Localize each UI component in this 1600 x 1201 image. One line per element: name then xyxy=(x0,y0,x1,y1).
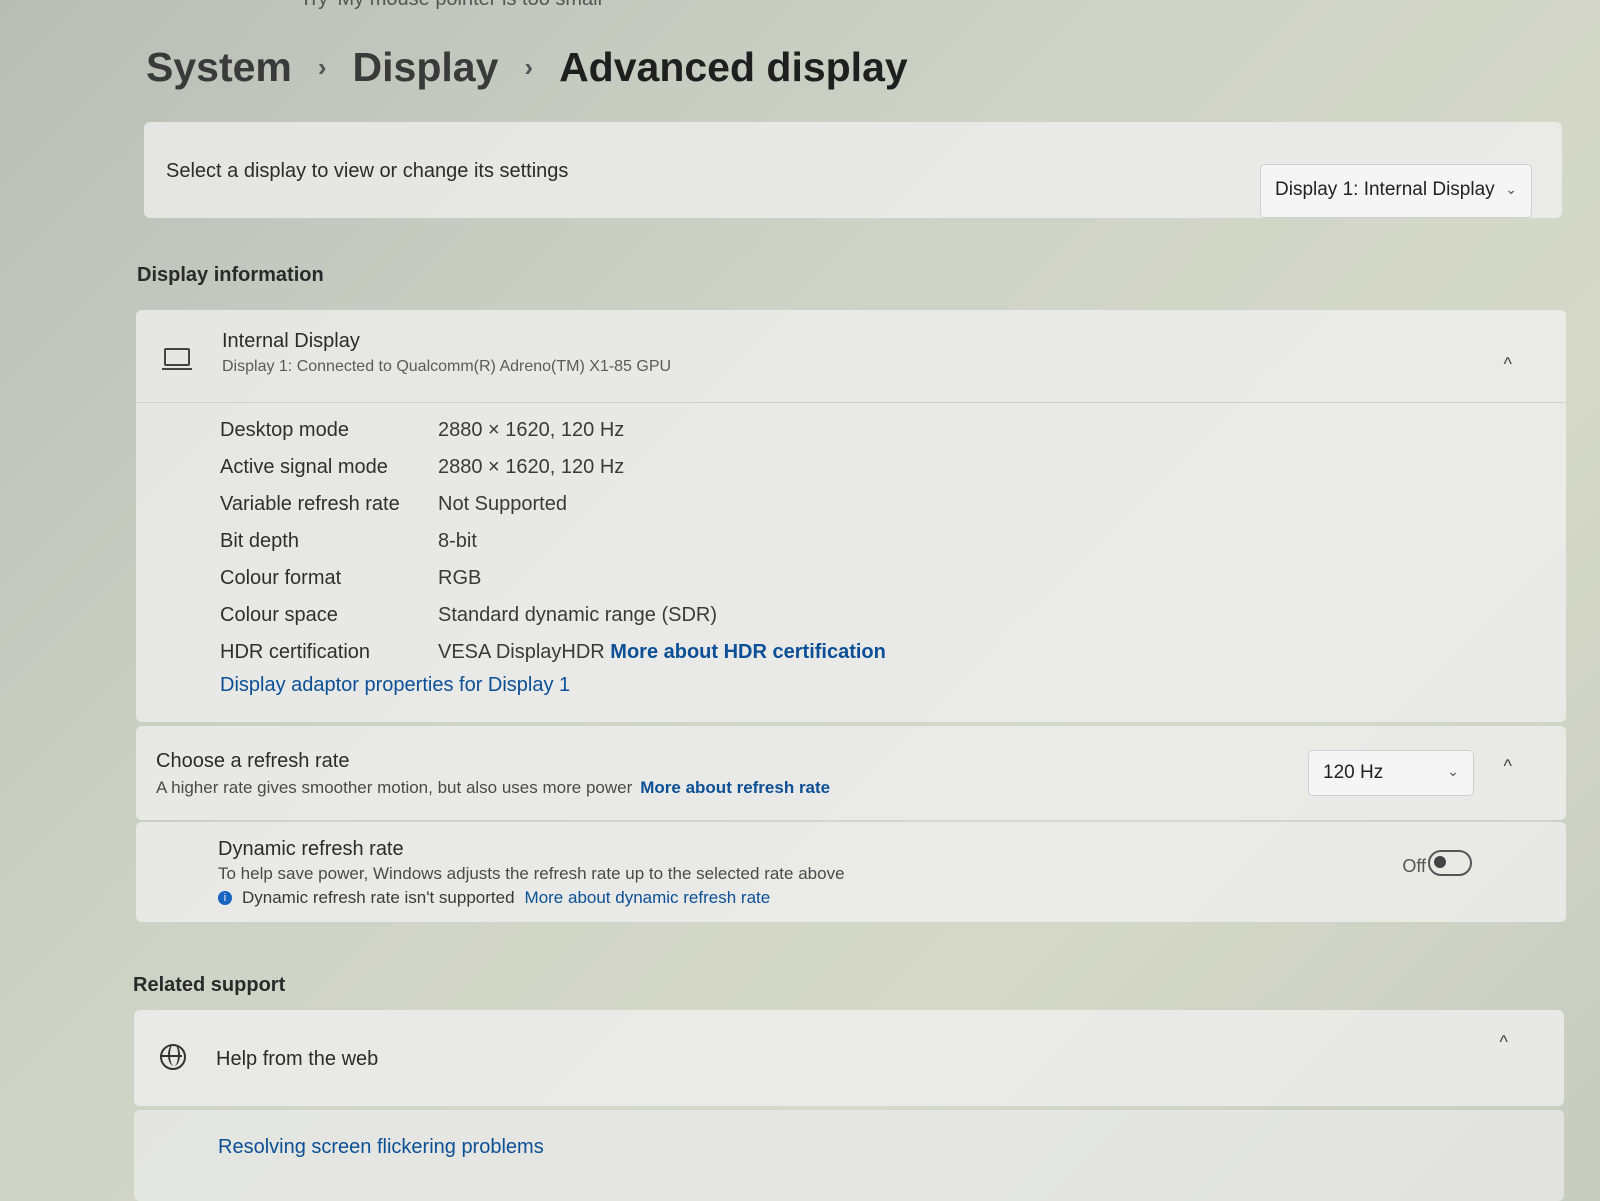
display-info-header[interactable]: Internal Display Display 1: Connected to… xyxy=(136,310,1566,403)
refresh-rate-card: Choose a refresh rate A higher rate give… xyxy=(136,726,1566,820)
dynamic-refresh-title: Dynamic refresh rate xyxy=(218,838,404,860)
dynamic-refresh-note: i Dynamic refresh rate isn't supported M… xyxy=(218,888,770,908)
refresh-rate-subtitle: A higher rate gives smoother motion, but… xyxy=(156,778,633,797)
info-row: Active signal mode 2880 × 1620, 120 Hz xyxy=(220,449,886,486)
info-row: Variable refresh rate Not Supported xyxy=(220,486,886,523)
chevron-up-icon[interactable]: ^ xyxy=(1504,354,1512,375)
breadcrumb-system[interactable]: System xyxy=(146,44,292,91)
breadcrumb-separator-icon: › xyxy=(524,52,534,82)
info-row-label: Bit depth xyxy=(220,530,299,552)
breadcrumb-separator-icon: › xyxy=(317,52,327,82)
help-from-web-label: Help from the web xyxy=(216,1048,379,1070)
dynamic-refresh-link[interactable]: More about dynamic refresh rate xyxy=(525,888,771,908)
info-row-value: Not Supported xyxy=(438,493,567,515)
related-support-heading: Related support xyxy=(133,974,286,996)
info-row-value: 8-bit xyxy=(438,530,477,552)
info-row-label: Active signal mode xyxy=(220,456,388,478)
hdr-certification-link[interactable]: More about HDR certification xyxy=(610,641,886,664)
refresh-rate-dropdown[interactable]: 120 Hz ⌄ xyxy=(1308,750,1474,796)
chevron-down-icon: ⌄ xyxy=(1505,181,1517,197)
search-suggestion-clip: Try 'My mouse pointer is too small' xyxy=(300,0,606,11)
resolve-flicker-card: Resolving screen flickering problems xyxy=(134,1110,1564,1201)
display-name: Internal Display xyxy=(222,330,360,352)
globe-icon xyxy=(160,1044,186,1070)
dynamic-refresh-card: Dynamic refresh rate To help save power,… xyxy=(136,822,1566,922)
display-select-dropdown[interactable]: Display 1: Internal Display ⌄ xyxy=(1260,164,1532,218)
dynamic-refresh-note-text: Dynamic refresh rate isn't supported xyxy=(242,888,515,907)
info-row-value: VESA DisplayHDR xyxy=(438,641,605,663)
display-connection: Display 1: Connected to Qualcomm(R) Adre… xyxy=(222,358,672,375)
info-row: Desktop mode 2880 × 1620, 120 Hz xyxy=(220,412,886,449)
display-information-card: Internal Display Display 1: Connected to… xyxy=(136,310,1566,722)
select-display-label: Select a display to view or change its s… xyxy=(166,160,569,182)
display-adapter-properties-link[interactable]: Display adaptor properties for Display 1 xyxy=(220,674,570,697)
info-row-label: HDR certification xyxy=(220,641,371,663)
display-info-rows: Desktop mode 2880 × 1620, 120 Hz Active s… xyxy=(220,412,886,671)
refresh-rate-description: A higher rate gives smoother motion, but… xyxy=(156,778,830,798)
info-row-label: Variable refresh rate xyxy=(220,493,400,515)
page-title: Advanced display xyxy=(559,44,908,90)
refresh-rate-value: 120 Hz xyxy=(1323,762,1384,783)
info-icon: i xyxy=(218,891,232,905)
info-row-label: Colour space xyxy=(220,604,338,626)
chevron-up-icon[interactable]: ^ xyxy=(1500,1032,1508,1053)
info-row-value: 2880 × 1620, 120 Hz xyxy=(438,456,625,478)
chevron-up-icon[interactable]: ^ xyxy=(1504,756,1512,777)
dynamic-refresh-subtitle: To help save power, Windows adjusts the … xyxy=(218,864,845,883)
info-row: Colour space Standard dynamic range (SDR) xyxy=(220,597,886,634)
display-select-value: Display 1: Internal Display xyxy=(1275,179,1495,200)
info-row-value: Standard dynamic range (SDR) xyxy=(438,604,718,626)
dynamic-refresh-toggle[interactable] xyxy=(1428,850,1472,876)
refresh-rate-title: Choose a refresh rate xyxy=(156,750,350,772)
info-row: Colour format RGB xyxy=(220,560,886,597)
breadcrumb-display[interactable]: Display xyxy=(353,44,499,91)
help-from-web-card[interactable]: Help from the web ^ xyxy=(134,1010,1564,1106)
info-row-value: RGB xyxy=(438,567,482,589)
breadcrumb: System › Display › Advanced display xyxy=(146,44,908,91)
info-row: HDR certification VESA DisplayHDR More ab… xyxy=(220,634,886,671)
advanced-display-page: Try 'My mouse pointer is too small' Syst… xyxy=(0,0,1600,1201)
toggle-state-label: Off xyxy=(1402,856,1426,876)
display-information-heading: Display information xyxy=(137,264,324,286)
select-display-card: Select a display to view or change its s… xyxy=(144,122,1562,218)
info-row: Bit depth 8-bit xyxy=(220,523,886,560)
refresh-rate-link[interactable]: More about refresh rate xyxy=(640,778,830,797)
info-row-value: 2880 × 1620, 120 Hz xyxy=(438,419,625,441)
monitor-icon xyxy=(162,348,192,370)
toggle-knob xyxy=(1434,856,1446,868)
info-row-label: Desktop mode xyxy=(220,419,349,441)
info-row-label: Colour format xyxy=(220,567,342,589)
chevron-down-icon: ⌄ xyxy=(1447,763,1459,779)
resolve-flicker-link[interactable]: Resolving screen flickering problems xyxy=(218,1136,544,1159)
